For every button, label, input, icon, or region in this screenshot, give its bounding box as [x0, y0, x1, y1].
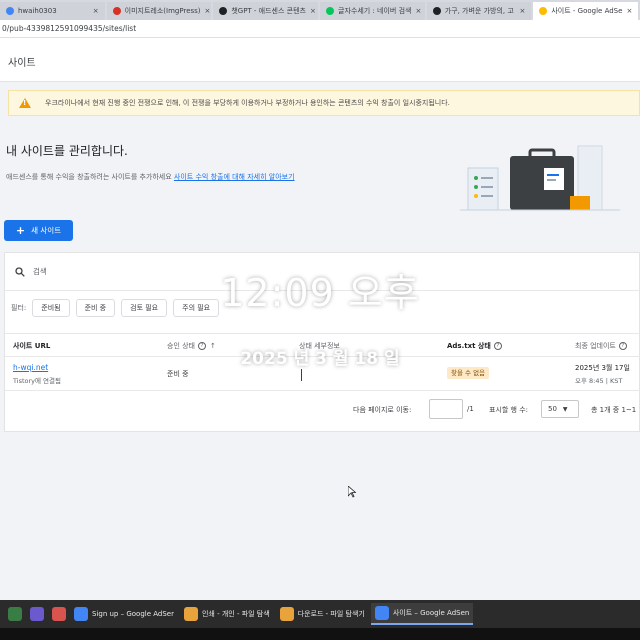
tab-favicon-icon: [6, 7, 14, 15]
address-bar[interactable]: 0/pub-4339812591099435/sites/list: [0, 20, 640, 38]
tab-label: 사이트 - Google AdSe: [551, 7, 623, 15]
range-text: 총 1개 중 1~1: [591, 406, 637, 414]
tab-close-icon[interactable]: ×: [515, 7, 525, 15]
pagination: 다음 페이지로 이동: /1 표시할 행 수: 50 ▼ 총 1개 중 1~1: [5, 399, 640, 421]
page-total: /1: [467, 405, 474, 413]
taskbar-item-label: 사이트 – Google AdSen: [392, 609, 470, 617]
adsense-page: 사이트 우크라이나에서 현재 진행 중인 전쟁으로 인해, 이 전쟁을 부당하게…: [0, 38, 640, 600]
goto-page-label: 다음 페이지로 이동:: [353, 406, 412, 414]
warning-text: 우크라이나에서 현재 진행 중인 전쟁으로 인해, 이 전쟁을 부당하게 이용하…: [45, 99, 450, 107]
tab-label: 이미지트레소(ImgPress): [124, 7, 201, 15]
site-platform: Tistory에 연결됨: [13, 377, 61, 385]
tab-favicon-icon: [326, 7, 335, 15]
taskbar-item-label: 인쇄 - 개인 - 파일 탐색: [201, 610, 270, 618]
taskbar-item-label: Sign up – Google AdSer: [92, 610, 174, 618]
rows-per-page-label: 표시할 행 수:: [489, 406, 529, 414]
taskbar-app-icon: [279, 607, 294, 621]
mouse-cursor-icon: [348, 486, 356, 498]
dropdown-arrow-icon: ▼: [562, 405, 568, 413]
windows-taskbar: Sign up – Google AdSer 인쇄 - 개인 - 파일 탐색 다운로…: [0, 600, 640, 628]
new-site-button[interactable]: + 새 사이트: [4, 220, 73, 241]
plus-icon: +: [15, 224, 26, 237]
learn-more-link[interactable]: 사이트 수익 창출에 대해 자세히 알아보기: [174, 173, 295, 181]
rows-per-page-select[interactable]: 50 ▼: [541, 400, 579, 418]
tab-close-icon[interactable]: ×: [622, 7, 632, 15]
taskbar-item[interactable]: 다운로드 - 파일 탐색기: [276, 603, 369, 625]
tab-favicon-icon: [432, 7, 441, 15]
taskbar-item[interactable]: 인쇄 - 개인 - 파일 탐색: [180, 603, 274, 625]
tab-label: 글자수세기 : 네이버 검색: [338, 7, 412, 15]
tab-close-icon[interactable]: ×: [201, 7, 211, 15]
taskbar-item[interactable]: Sign up – Google AdSer: [70, 603, 178, 625]
browser-tab-strip: hwaih0303 × 이미지트레소(ImgPress) × 챗GPT - 애드센스 콘…: [0, 0, 640, 20]
updated-time: 오후 8:45 | KST: [575, 377, 623, 385]
warning-banner: 우크라이나에서 현재 진행 중인 전쟁으로 인해, 이 전쟁을 부당하게 이용하…: [8, 90, 640, 116]
browser-tab[interactable]: 사이트 - Google AdSe ×: [533, 2, 639, 20]
warning-icon: [19, 98, 31, 108]
page-title: 사이트: [0, 38, 640, 82]
weather-icon[interactable]: [8, 607, 22, 621]
column-divider: [301, 369, 302, 381]
manage-sites-heading: 내 사이트를 관리합니다.: [6, 144, 128, 158]
tab-label: 챗GPT - 애드센스 콘텐츠: [231, 7, 306, 15]
tab-label: hwaih0303: [18, 7, 57, 15]
taskbar-app-icon: [183, 607, 198, 621]
page-number-input[interactable]: [429, 399, 463, 419]
tab-favicon-icon: [112, 7, 121, 15]
tab-close-icon[interactable]: ×: [411, 7, 421, 15]
tab-label: 가구, 가벼운 가방의, 고: [444, 7, 514, 15]
taskbar-item-label: 다운로드 - 파일 탐색기: [297, 610, 365, 618]
tab-close-icon[interactable]: ×: [89, 7, 99, 15]
overlay-time: 12:09 오후: [220, 271, 420, 315]
manage-sites-description: 애드센스를 통해 수익을 창출하려는 사이트를 추가하세요 사이트 수익 창출에…: [6, 173, 295, 181]
screen-bezel: [0, 628, 640, 640]
browser-tab[interactable]: 가구, 가벼운 가방의, 고 ×: [426, 2, 532, 20]
tab-favicon-icon: [219, 7, 228, 15]
browser-tab[interactable]: 글자수세기 : 네이버 검색 ×: [320, 2, 425, 20]
taskbar-app-icon: [74, 607, 88, 621]
briefcase-illustration-icon: [460, 145, 620, 211]
tab-close-icon[interactable]: ×: [306, 7, 316, 15]
overlay-date: 2025 년 3 월 18 일: [240, 349, 400, 369]
browser-tab[interactable]: 이미지트레소(ImgPress) ×: [106, 2, 212, 20]
browser-tab[interactable]: hwaih0303 ×: [0, 2, 105, 20]
taskbar-app-icon: [374, 606, 389, 620]
app-icon[interactable]: [52, 607, 66, 621]
approval-status: 준비 중: [167, 370, 189, 378]
tab-favicon-icon: [539, 7, 548, 15]
browser-tab[interactable]: 챗GPT - 애드센스 콘텐츠 ×: [213, 2, 319, 20]
copilot-icon[interactable]: [30, 607, 44, 621]
taskbar-item[interactable]: 사이트 – Google AdSen: [370, 603, 474, 625]
